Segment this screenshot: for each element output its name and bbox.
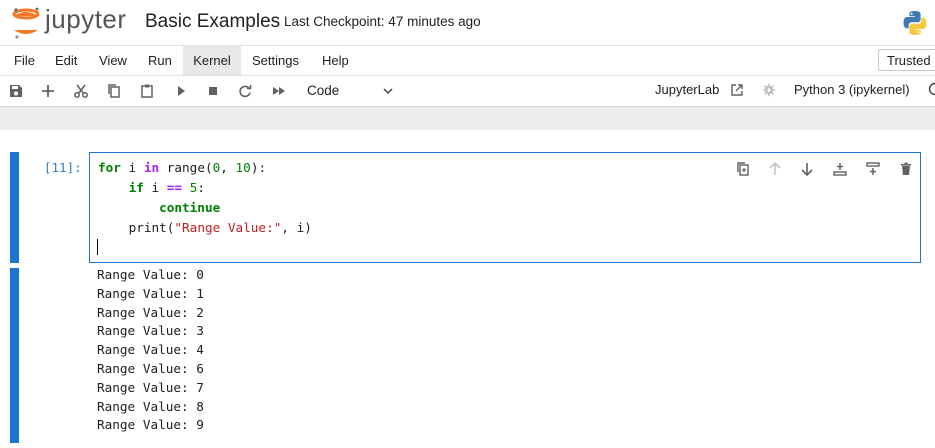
jupyterlab-link[interactable]: JupyterLab [655,82,719,97]
notebook-header: jupyter Basic Examples Last Checkpoint: … [0,0,935,45]
code-line-3: continue [159,200,221,215]
output-line: Range Value: 1 [97,285,204,301]
jupyter-wordmark: jupyter [45,4,127,34]
move-up-icon [769,161,781,175]
stop-icon [209,87,217,95]
run-button[interactable] [169,76,193,106]
save-icon [10,85,22,97]
menu-kernel[interactable]: Kernel [183,46,241,75]
cell-type-value: Code [307,83,340,98]
restart-button[interactable] [233,76,257,106]
chevron-down-icon [383,88,393,95]
add-cell-button[interactable] [36,76,60,106]
insert-below-button[interactable] [862,158,884,180]
output-collapser[interactable] [10,268,19,443]
jupyter-logo-icon[interactable] [11,6,41,40]
fast-forward-icon [273,87,285,95]
insert-above-icon [833,163,847,176]
output-line: Range Value: 0 [97,267,204,282]
code-editor[interactable]: for i in range(0, 10): if i == 5: contin… [89,152,921,263]
menu-run[interactable]: Run [148,46,174,75]
delete-cell-button[interactable] [895,158,917,180]
copy-icon [108,84,120,98]
output-line: Range Value: 7 [97,379,204,395]
copy-button[interactable] [102,76,126,106]
add-cell-icon [42,85,54,97]
menu-edit[interactable]: Edit [55,46,83,75]
gear-icon [762,83,776,97]
restart-icon [239,85,252,98]
code-line-4: print("Range Value:", i) [128,220,312,235]
delete-icon [901,162,911,175]
trusted-indicator[interactable]: Trusted [878,49,935,71]
code-line-2: if i == 5: [128,180,205,195]
output-line: Range Value: 6 [97,360,204,376]
duplicate-icon [737,162,749,176]
external-link-icon[interactable] [730,83,744,97]
input-collapser[interactable] [10,152,19,263]
notebook-toolbar: Code JupyterLab Python 3 (ipykernel) [0,76,935,107]
input-prompt: [11]: [44,160,82,175]
move-down-button[interactable] [796,158,818,180]
notebook-top-spacer [0,107,935,130]
cell-type-select[interactable]: Code [300,79,400,103]
cut-button[interactable] [69,76,93,106]
code-line-1: for i in range(0, 10): [98,160,267,175]
cell-output: Range Value: 0 Range Value: 1 Range Value:… [97,266,204,435]
output-line: Range Value: 3 [97,323,204,339]
output-line: Range Value: 4 [97,342,204,358]
run-all-button[interactable] [267,76,291,106]
kernel-name[interactable]: Python 3 (ipykernel) [794,82,910,97]
output-line: Range Value: 8 [97,398,204,414]
insert-above-button[interactable] [829,158,851,180]
save-button[interactable] [4,76,28,106]
duplicate-cell-button[interactable] [732,158,754,180]
text-cursor [97,239,98,255]
menu-file[interactable]: File [14,46,38,75]
python-logo-icon [903,11,927,35]
run-icon [178,86,185,96]
cut-icon [74,84,88,98]
stop-button[interactable] [201,76,225,106]
menubar: File Edit View Run Kernel Settings Help … [0,45,935,76]
kernel-status-icon [928,82,935,96]
menu-settings[interactable]: Settings [252,46,307,75]
insert-below-icon [866,162,880,175]
code-content: for i in range(0, 10): if i == 5: contin… [98,158,312,238]
move-down-icon [801,163,813,177]
paste-icon [141,84,153,98]
move-up-button[interactable] [764,158,786,180]
paste-button[interactable] [135,76,159,106]
notebook-title[interactable]: Basic Examples [145,11,280,33]
menu-help[interactable]: Help [322,46,354,75]
output-line: Range Value: 2 [97,304,204,320]
output-line: Range Value: 9 [97,417,204,433]
last-checkpoint: Last Checkpoint: 47 minutes ago [284,14,481,29]
menu-view[interactable]: View [99,46,131,75]
